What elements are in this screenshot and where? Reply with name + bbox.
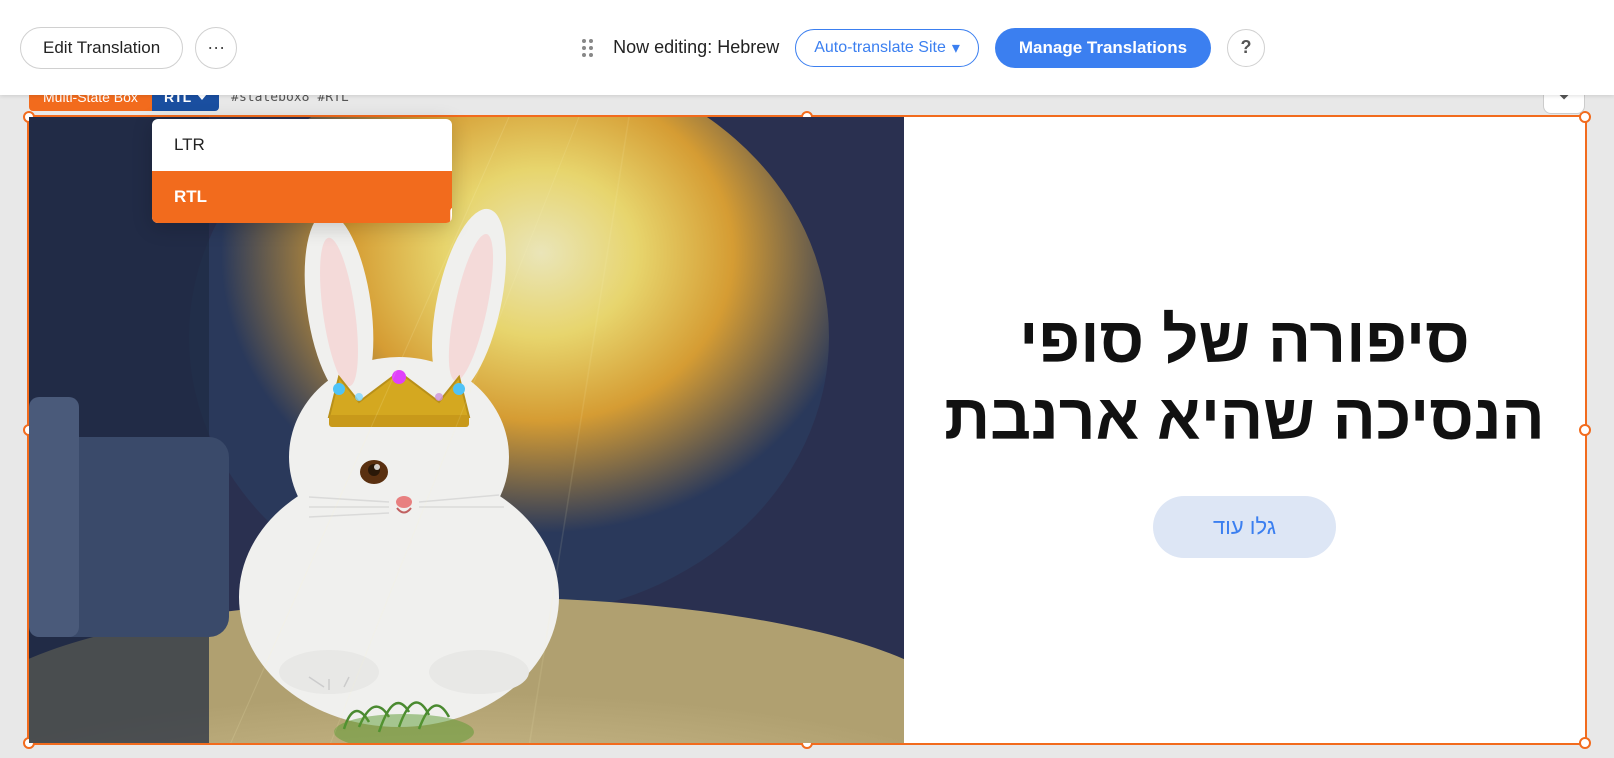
tag-rtl: #RTL — [317, 95, 348, 105]
auto-translate-label: Auto-translate Site — [814, 39, 946, 57]
chevron-down-icon: ▾ — [952, 38, 960, 58]
hebrew-line2: הנסיכה שהיא ארנבת — [944, 379, 1545, 456]
rtl-dropdown-button[interactable]: RTL LTR RTL 🖱 — [152, 95, 219, 111]
hebrew-line1: סיפורה של סופי — [944, 302, 1545, 379]
download-icon: ⬇ — [1556, 95, 1571, 104]
handle-middle-right[interactable] — [1579, 424, 1591, 436]
dropdown-menu: LTR RTL 🖱 — [152, 119, 452, 223]
content-box: Multi-State Box RTL LTR RTL 🖱 #statebox8… — [27, 115, 1587, 745]
hebrew-title: סיפורה של סופי הנסיכה שהיא ארנבת — [944, 302, 1545, 456]
discover-button[interactable]: גלו עוד — [1153, 496, 1336, 558]
help-button[interactable]: ? — [1227, 29, 1265, 67]
breadcrumb-tags: #statebox8 #RTL — [231, 95, 349, 105]
manage-translations-button[interactable]: Manage Translations — [995, 28, 1211, 68]
chevron-down-icon — [197, 95, 207, 100]
multistate-header: Multi-State Box RTL LTR RTL 🖱 #statebox8… — [29, 95, 349, 115]
canvas-area: Multi-State Box RTL LTR RTL 🖱 #statebox8… — [0, 95, 1614, 758]
toolbar: Edit Translation ··· Now editing: Hebrew… — [0, 0, 1614, 95]
now-editing-label: Now editing: Hebrew — [613, 37, 779, 58]
auto-translate-button[interactable]: Auto-translate Site ▾ — [795, 29, 979, 67]
toolbar-center: Now editing: Hebrew Auto-translate Site … — [249, 28, 1594, 68]
handle-bottom-right[interactable] — [1579, 737, 1591, 749]
text-section: סיפורה של סופי הנסיכה שהיא ארנבת גלו עוד — [904, 117, 1585, 743]
drag-handle-icon[interactable] — [578, 35, 597, 61]
multistate-box-label: Multi-State Box — [29, 95, 152, 111]
more-options-button[interactable]: ··· — [195, 27, 237, 69]
download-icon-button[interactable]: ⬇ — [1543, 95, 1585, 114]
dropdown-option-ltr[interactable]: LTR — [152, 119, 452, 171]
tag-statebox: #statebox8 — [231, 95, 309, 105]
edit-translation-button[interactable]: Edit Translation — [20, 27, 183, 69]
dropdown-option-rtl[interactable]: RTL 🖱 — [152, 171, 452, 223]
rtl-dropdown-label: RTL — [164, 95, 191, 105]
